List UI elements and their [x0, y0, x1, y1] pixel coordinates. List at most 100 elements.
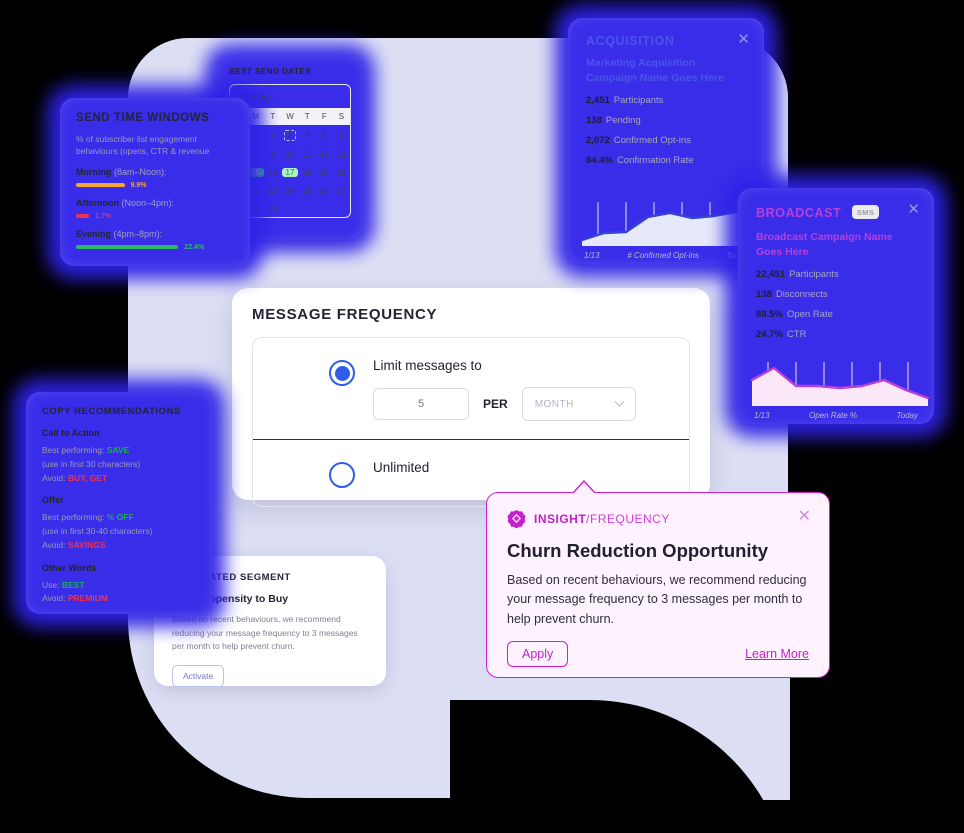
- close-icon[interactable]: ✕: [798, 509, 811, 525]
- calendar-day[interactable]: 9: [264, 145, 281, 163]
- other-words-avoid: Avoid: PREMIUM: [42, 592, 196, 605]
- stat-value: 138: [586, 115, 602, 127]
- calendar-weekday: T: [270, 112, 276, 121]
- send-time-window-label: Afternoon (Noon–4pm):: [76, 198, 234, 208]
- stat-row: 138 Pending: [586, 115, 746, 126]
- window-name: Morning: [76, 166, 112, 177]
- calendar-day[interactable]: 5: [316, 125, 333, 145]
- broadcast-chart-labels: 1/13 Open Rate % Today: [738, 411, 934, 420]
- send-time-windows-title: SEND TIME WINDOWS: [76, 112, 210, 124]
- calendar-day-number: 10: [285, 149, 295, 159]
- calendar-day[interactable]: 26: [316, 181, 333, 199]
- broadcast-chart-center-label: Open Rate %: [809, 411, 858, 420]
- calendar-day[interactable]: 3: [281, 125, 298, 145]
- chevron-down-icon: [614, 396, 625, 407]
- calendar-day[interactable]: 19: [316, 163, 333, 181]
- sms-badge: SMS: [851, 205, 880, 219]
- avoid-line: Avoid: BUY, GET: [42, 472, 196, 485]
- copy-recommendation-sections: Call to Action Best performing: SAVE (use …: [42, 428, 196, 552]
- stat-row: 24.7% CTR: [756, 329, 916, 340]
- period-select[interactable]: MONTH: [521, 387, 636, 421]
- stat-value: 2,451: [586, 95, 610, 107]
- send-time-window-row: Morning (8am–Noon): 9.9%: [76, 167, 234, 189]
- calendar-day-number: 17: [282, 167, 298, 177]
- broadcast-chart-left-label: 1/13: [754, 411, 770, 420]
- send-time-window-percent: 22.4%: [184, 243, 205, 251]
- calendar-day[interactable]: 30: [264, 199, 281, 217]
- calendar-day-number: 3: [283, 129, 297, 141]
- scene: SEND TIME WINDOWS % of subscriber list e…: [0, 0, 964, 833]
- calendar-day-number: 30: [268, 203, 278, 213]
- close-icon[interactable]: ✕: [907, 202, 920, 217]
- window-name: Evening: [76, 228, 112, 239]
- calendar-day[interactable]: 18: [299, 163, 316, 181]
- calendar-day-number: 23: [268, 185, 278, 195]
- stat-row: 84.4% Confirmation Rate: [586, 155, 746, 166]
- calendar-day-number: 27: [336, 185, 346, 195]
- insight-footer: Apply Learn More: [507, 641, 809, 668]
- avoid-value: BUY, GET: [67, 472, 108, 483]
- calendar-day[interactable]: 11: [299, 145, 316, 163]
- calendar-weekday: W: [286, 112, 294, 121]
- avoid-line: Avoid: SAVINGS: [42, 539, 196, 552]
- close-icon[interactable]: ✕: [737, 32, 750, 47]
- send-time-window-label: Evening (4pm–8pm):: [76, 229, 234, 239]
- calendar-weekday: T: [304, 112, 310, 121]
- calendar-day[interactable]: 12: [316, 145, 333, 163]
- calendar-day-number: 25: [302, 185, 312, 195]
- calendar-day[interactable]: 24: [281, 181, 298, 199]
- apply-button[interactable]: Apply: [507, 641, 569, 668]
- radio-unlimited[interactable]: [329, 462, 355, 488]
- send-time-window-bar: [76, 213, 90, 219]
- calendar-day-number: 12: [319, 149, 329, 159]
- broadcast-campaign-name: Broadcast Campaign Name Goes Here: [756, 231, 893, 259]
- stat-label: Confirmation Rate: [616, 155, 694, 167]
- acquisition-stats: 2,451 Participants 138 Pending 2,072 Confirme…: [586, 95, 746, 166]
- calendar-day[interactable]: 23: [264, 181, 281, 199]
- activate-button[interactable]: Activate: [172, 664, 225, 687]
- calendar-day-number: 19: [319, 167, 329, 177]
- best-send-dates-title: BEST SEND DATES: [229, 67, 312, 76]
- learn-more-link[interactable]: Learn More: [745, 647, 809, 661]
- calendar-day-number: 16: [268, 167, 278, 177]
- calendar-day[interactable]: 25: [299, 181, 316, 199]
- other-avoid-label: Avoid:: [42, 593, 66, 604]
- other-use-value: BEST: [61, 579, 85, 590]
- calendar-day-number: 24: [285, 185, 295, 195]
- message-limit-input[interactable]: [373, 388, 469, 420]
- best-performing-line: Best performing: SAVE: [42, 444, 196, 457]
- option-limit-label: Limit messages to: [373, 358, 482, 373]
- calendar-day[interactable]: 17: [281, 163, 298, 181]
- calendar-day-number: 18: [302, 167, 312, 177]
- calendar-day[interactable]: 16: [264, 163, 281, 181]
- calendar-day[interactable]: 13: [333, 145, 350, 163]
- copy-recommendations-title: COPY RECOMMENDATIONS: [42, 406, 181, 417]
- stat-row: 22,451 Participants: [756, 269, 916, 280]
- message-frequency-title: MESSAGE FREQUENCY: [252, 306, 438, 323]
- best-performing-value: SAVE: [106, 445, 130, 455]
- calendar-day-number: 5: [322, 129, 327, 139]
- window-range: (8am–Noon):: [114, 166, 167, 177]
- calendar-day[interactable]: 10: [281, 145, 298, 163]
- send-time-window-row: Afternoon (Noon–4pm): 1.7%: [76, 198, 234, 220]
- calendar-day[interactable]: 4: [299, 125, 316, 145]
- stat-row: 138 Disconnects: [756, 289, 916, 300]
- send-time-window-bar-wrap: 22.4%: [76, 244, 234, 251]
- send-time-windows-rows: Morning (8am–Noon): 9.9% Afternoon (Noon–4…: [76, 167, 234, 251]
- insight-kicker-light: /FREQUENCY: [586, 511, 670, 526]
- option-unlimited-label: Unlimited: [373, 460, 430, 475]
- calendar-day[interactable]: 27: [333, 181, 350, 199]
- radio-limit-messages[interactable]: [329, 360, 355, 386]
- calendar-day[interactable]: 2: [264, 125, 281, 145]
- insight-title: Churn Reduction Opportunity: [507, 540, 769, 561]
- stat-row: 2,451 Participants: [586, 95, 746, 106]
- avoid-value: SAVINGS: [67, 539, 106, 550]
- section-heading: Offer: [42, 495, 64, 506]
- stat-value: 84.4%: [586, 155, 613, 167]
- per-label: PER: [483, 397, 508, 411]
- message-frequency-card: MESSAGE FREQUENCY Limit messages to PER …: [232, 288, 710, 507]
- option-limit-messages[interactable]: Limit messages to PER MONTH: [253, 338, 689, 439]
- calendar-day[interactable]: 6: [333, 125, 350, 145]
- send-time-window-bar-wrap: 1.7%: [76, 213, 234, 220]
- calendar-day[interactable]: 20: [333, 163, 350, 181]
